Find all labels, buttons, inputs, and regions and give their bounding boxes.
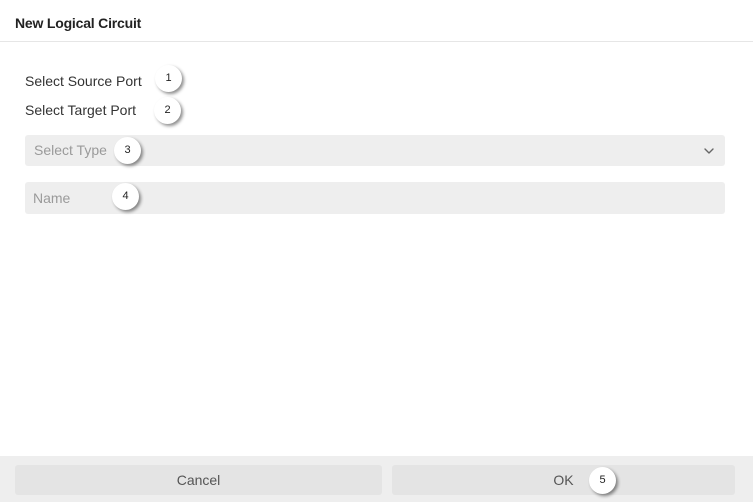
ok-button[interactable]: OK xyxy=(392,465,735,495)
chevron-down-icon xyxy=(704,148,714,154)
select-target-port[interactable]: Select Target Port xyxy=(25,100,136,120)
new-logical-circuit-dialog: New Logical Circuit Select Source Port 1… xyxy=(0,0,753,502)
annotation-badge-1: 1 xyxy=(155,65,182,92)
annotation-badge-4: 4 xyxy=(112,183,139,210)
dialog-footer: Cancel OK xyxy=(0,456,753,502)
annotation-badge-2: 2 xyxy=(154,97,181,124)
dialog-title: New Logical Circuit xyxy=(15,15,142,31)
dialog-header: New Logical Circuit xyxy=(0,0,753,42)
select-type-placeholder: Select Type xyxy=(34,142,107,158)
annotation-badge-5: 5 xyxy=(589,467,616,494)
select-source-port[interactable]: Select Source Port xyxy=(25,71,142,91)
annotation-badge-3: 3 xyxy=(114,137,141,164)
cancel-button[interactable]: Cancel xyxy=(15,465,382,495)
